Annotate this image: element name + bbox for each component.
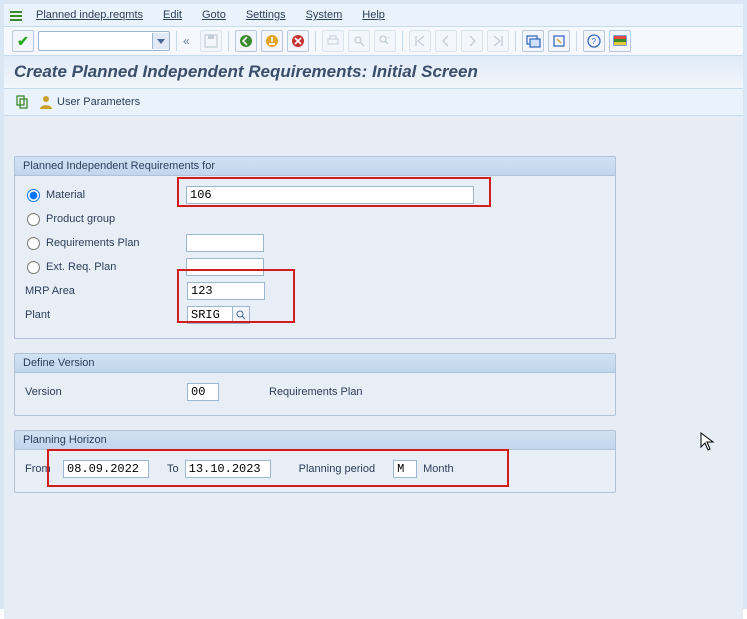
print-button[interactable] xyxy=(322,30,344,52)
menu-goto[interactable]: Goto xyxy=(192,7,236,23)
input-to-date[interactable] xyxy=(185,460,271,478)
svg-text:?: ? xyxy=(591,37,596,46)
label-req-plan-2: Requirements Plan xyxy=(269,386,363,398)
label-from: From xyxy=(25,463,57,475)
chevron-left-icon: « xyxy=(183,34,190,48)
exit-button[interactable] xyxy=(261,30,283,52)
menubar: Planned indep.reqmts Edit Goto Settings … xyxy=(4,4,743,27)
menu-settings[interactable]: Settings xyxy=(236,7,296,23)
new-session-button[interactable] xyxy=(522,30,544,52)
panel-define-version-title: Define Version xyxy=(15,354,615,373)
label-product-group: Product group xyxy=(46,213,186,225)
app-toolbar: User Parameters xyxy=(4,89,743,116)
app-menu-icon[interactable] xyxy=(8,8,22,22)
input-plant[interactable] xyxy=(187,306,233,324)
label-planning-period-text: Month xyxy=(423,463,454,475)
next-page-button[interactable] xyxy=(461,30,483,52)
panel-pir-for-title: Planned Independent Requirements for xyxy=(15,157,615,176)
enter-button[interactable]: ✔ xyxy=(12,30,34,52)
radio-product-group[interactable] xyxy=(27,213,40,226)
input-version[interactable] xyxy=(187,383,219,401)
input-planning-period-code[interactable] xyxy=(393,460,417,478)
label-plant: Plant xyxy=(25,309,187,321)
label-version: Version xyxy=(25,386,187,398)
shortcut-button[interactable] xyxy=(548,30,570,52)
svg-text:+: + xyxy=(387,35,390,41)
input-from-date[interactable] xyxy=(63,460,149,478)
panel-define-version: Define Version Version Requirements Plan xyxy=(14,353,616,416)
menu-help[interactable]: Help xyxy=(352,7,395,23)
label-material: Material xyxy=(46,189,186,201)
panel-planning-horizon: Planning Horizon From To Planning period… xyxy=(14,430,616,493)
find-next-button[interactable]: + xyxy=(374,30,396,52)
help-button[interactable]: ? xyxy=(583,30,605,52)
user-parameters-label: User Parameters xyxy=(57,96,140,108)
panel-planning-horizon-title: Planning Horizon xyxy=(15,431,615,450)
radio-material[interactable] xyxy=(27,189,40,202)
layout-menu-button[interactable] xyxy=(609,30,631,52)
screen-title-bar: Create Planned Independent Requirements:… xyxy=(4,56,743,89)
radio-ext-req-plan[interactable] xyxy=(27,261,40,274)
last-page-button[interactable] xyxy=(487,30,509,52)
user-icon xyxy=(38,94,54,110)
content-area: Planned Independent Requirements for Mat… xyxy=(4,116,743,619)
copy-icon[interactable] xyxy=(12,92,32,112)
input-mrp-area[interactable] xyxy=(187,282,265,300)
first-page-button[interactable] xyxy=(409,30,431,52)
menu-edit[interactable]: Edit xyxy=(153,7,192,23)
label-to: To xyxy=(167,463,179,475)
command-field-dropdown-icon[interactable] xyxy=(152,33,169,49)
panel-pir-for: Planned Independent Requirements for Mat… xyxy=(14,156,616,339)
menu-system[interactable]: System xyxy=(296,7,353,23)
menu-planned-indep-reqmts[interactable]: Planned indep.reqmts xyxy=(26,7,153,23)
input-requirements-plan[interactable] xyxy=(186,234,264,252)
cursor-icon xyxy=(700,432,716,457)
screen-title: Create Planned Independent Requirements:… xyxy=(14,62,733,82)
cancel-button[interactable] xyxy=(287,30,309,52)
label-ext-req-plan: Ext. Req. Plan xyxy=(46,261,186,273)
find-button[interactable] xyxy=(348,30,370,52)
main-toolbar: ✔ « + ? xyxy=(4,27,743,56)
plant-value-help-button[interactable] xyxy=(232,306,250,324)
command-field[interactable] xyxy=(38,31,170,51)
label-mrp-area: MRP Area xyxy=(25,285,187,297)
prev-page-button[interactable] xyxy=(435,30,457,52)
label-requirements-plan: Requirements Plan xyxy=(46,237,186,249)
back-button[interactable] xyxy=(235,30,257,52)
save-button[interactable] xyxy=(200,30,222,52)
radio-requirements-plan[interactable] xyxy=(27,237,40,250)
label-planning-period: Planning period xyxy=(299,463,375,475)
input-material[interactable] xyxy=(186,186,474,204)
input-ext-req-plan[interactable] xyxy=(186,258,264,276)
user-parameters-button[interactable]: User Parameters xyxy=(38,94,140,110)
